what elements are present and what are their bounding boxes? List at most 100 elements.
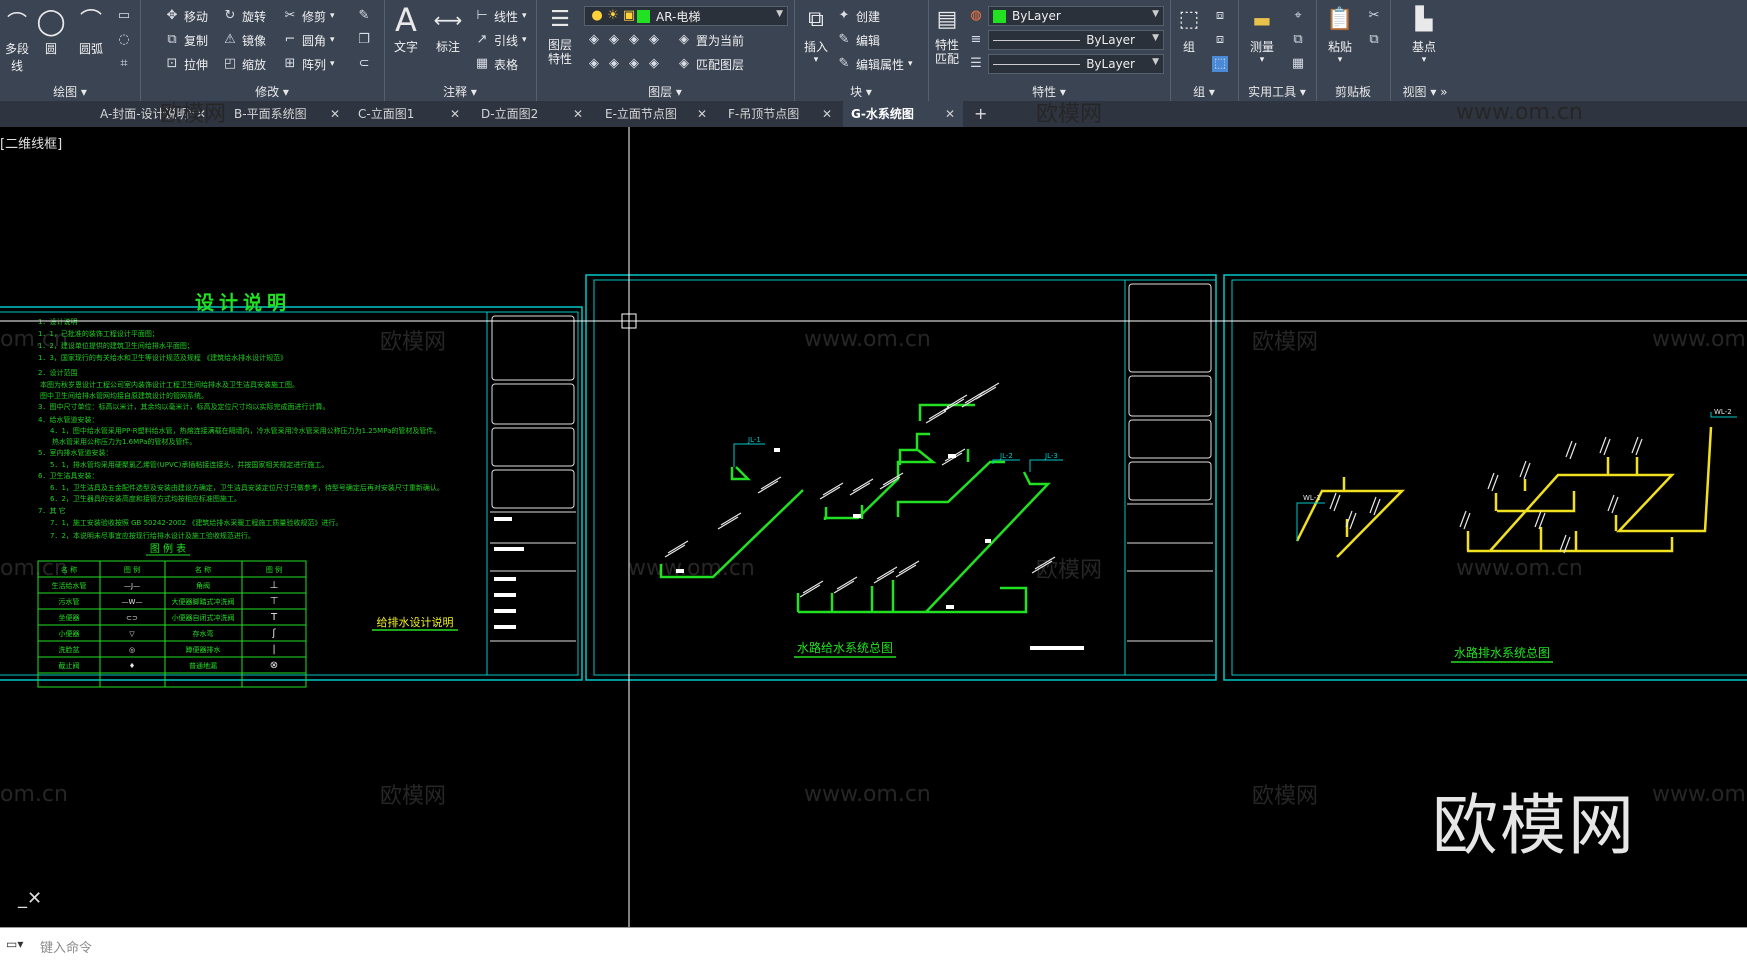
supply-pipe-run [659, 489, 804, 579]
mirror-icon: ⚠ [224, 32, 236, 47]
close-icon[interactable]: ✕ [330, 101, 340, 127]
insert-button[interactable]: ⧉ 插入 ▾ [798, 4, 834, 65]
command-line[interactable]: ▭▾ 键入命令 [0, 927, 1747, 962]
move-button[interactable]: ✥ 移动 [164, 6, 208, 26]
close-icon[interactable]: ✕ [945, 101, 955, 127]
copy-clip-button[interactable]: ⧉ [1366, 30, 1382, 50]
set-current-button[interactable]: ◈ 置为当前 [676, 30, 744, 50]
design-notes-text: 1．设计说明 1．1，已批准的装饰工程设计平面图； 1．2，建设单位提供的建筑卫… [38, 317, 444, 540]
scale-button[interactable]: ◰ 缩放 [222, 54, 266, 74]
close-icon[interactable]: ✕ [450, 101, 460, 127]
hatch-tool[interactable]: ◌ [116, 30, 132, 50]
edit-block-button[interactable]: ✎ 编辑 [836, 30, 880, 50]
array-button[interactable]: ⊞ 阵列 ▾ [282, 54, 335, 74]
new-tab-plus-icon[interactable]: + [974, 101, 987, 127]
group-select-button[interactable]: ⬚ [1212, 54, 1228, 74]
cut-button[interactable]: ✂ [1366, 6, 1382, 26]
trim-button[interactable]: ✂ 修剪 ▾ [282, 6, 335, 26]
text-button[interactable]: A 文字 [388, 4, 424, 55]
legend-cell: ♦ [129, 662, 135, 670]
tab-g-water-system[interactable]: G-水系统图 ✕ [843, 101, 963, 127]
layer-lock-icon: ◈ [649, 32, 659, 47]
lineweight-icon: ☰ [970, 56, 982, 71]
command-input[interactable]: 键入命令 [40, 937, 92, 956]
edit-attributes-button[interactable]: ✎ 编辑属性 ▾ [836, 54, 913, 74]
tab-d-elevation2[interactable]: D-立面图2 ✕ [473, 101, 591, 127]
match-properties-button[interactable]: ▤ 特性 匹配 [930, 4, 964, 66]
sheet-drainage: WL-1 WL-2 水路排水系统总图 [1223, 274, 1747, 681]
lineweight-dropdown[interactable]: ByLayer ▼ [988, 54, 1164, 74]
layer-dropdown[interactable]: ● ☀ ▣ AR-电梯 ▼ [584, 6, 788, 26]
watermark: www.om.cn [1456, 100, 1583, 125]
note-line: 4．1，图中给水管采用PP-R塑料给水管，热熔连接满载在隔墙内，冷水管采用冷水管… [50, 426, 440, 435]
calculator-icon: ▦ [1291, 56, 1305, 71]
base-point-button[interactable]: ▙ 基点 ▾ [1404, 4, 1444, 65]
match-layer-button[interactable]: ◈ 匹配图层 [676, 54, 744, 74]
calculator-button[interactable]: ▦ [1290, 54, 1306, 74]
linetype-icon: ≡ [970, 32, 982, 47]
leader-button[interactable]: ↗ 引线 ▾ [474, 30, 527, 50]
tab-b-plan[interactable]: B-平面系统图 ✕ [226, 101, 348, 127]
group-edit-button[interactable]: ⧈ [1212, 30, 1228, 50]
group-button[interactable]: ⬚ 组 [1172, 4, 1206, 55]
arc-button[interactable]: ⌒ 圆弧 [74, 6, 108, 57]
note-line: 5．1，排水管均采用硬聚氯乙烯管(UPVC)承插粘接连接头，并按国家相关规定进行… [50, 460, 328, 469]
sheet2-titleblock-box [1128, 283, 1212, 373]
fixture-tag [1487, 472, 1499, 492]
supply-pipe-run [896, 460, 1005, 517]
stretch-button[interactable]: ⊡ 拉伸 [164, 54, 208, 74]
command-prompt-icon[interactable]: ▭▾ [6, 937, 23, 951]
table-button[interactable]: ▦ 表格 [474, 54, 518, 74]
color-dropdown[interactable]: ByLayer ▼ [988, 6, 1164, 26]
rectangle-tool[interactable]: ▭ [116, 6, 132, 26]
dimension-button[interactable]: ⟷ 标注 [430, 4, 466, 55]
layer-tools-row1[interactable]: ◈ ◈ ◈ ◈ [586, 30, 662, 50]
riser-label: JL-1 [747, 436, 761, 444]
layers-panel-title[interactable]: 图层 ▾ [536, 83, 794, 101]
explode-button[interactable]: ❐ [356, 30, 372, 50]
close-command-icon[interactable]: _✕ [18, 888, 42, 909]
color-swatch [993, 9, 1006, 23]
paste-button[interactable]: 📋 粘贴 ▾ [1320, 4, 1360, 65]
offset-button[interactable]: ⊂ [356, 54, 372, 74]
ungroup-button[interactable]: ⧈ [1212, 6, 1228, 26]
close-icon[interactable]: ✕ [573, 101, 583, 127]
offset-icon: ⊂ [358, 56, 370, 71]
boundary-tool[interactable]: ⌗ [116, 54, 132, 74]
clipboard-panel: 📋 粘贴 ▾ ✂ ⧉ 剪贴板 [1316, 0, 1391, 101]
block-panel-title[interactable]: 块 ▾ [794, 83, 928, 101]
sheet2-titleblock-box [1128, 461, 1212, 501]
circle-button[interactable]: ◯ 圆 [34, 6, 68, 57]
measure-button[interactable]: ▬ 测量 ▾ [1242, 4, 1282, 65]
mirror-button[interactable]: ⚠ 镜像 [222, 30, 266, 50]
close-icon[interactable]: ✕ [697, 101, 707, 127]
tab-f-ceiling-detail[interactable]: F-吊顶节点图 ✕ [720, 101, 840, 127]
layer-tools-row2[interactable]: ◈ ◈ ◈ ◈ [586, 54, 662, 74]
polyline-button[interactable]: ⌒ 多段线 [0, 6, 34, 74]
annotation-panel-title[interactable]: 注释 ▾ [384, 83, 536, 101]
quick-select-button[interactable]: ⧉ [1290, 30, 1306, 50]
create-block-button[interactable]: ✦ 创建 [836, 6, 880, 26]
erase-button[interactable]: ✎ [356, 6, 372, 26]
linear-dim-button[interactable]: ⊢ 线性 ▾ [474, 6, 526, 26]
layer-properties-button[interactable]: ☰ 图层 特性 [540, 4, 580, 66]
group-panel-title[interactable]: 组 ▾ [1170, 83, 1238, 101]
note-line: 7．其 它 [38, 506, 66, 515]
linetype-dropdown[interactable]: ByLayer ▼ [988, 30, 1164, 50]
legend-cell: ▽ [129, 630, 135, 638]
id-point-button[interactable]: ⌖ [1290, 6, 1306, 26]
copy-button[interactable]: ⧉ 复制 [164, 30, 208, 50]
tab-c-elevation1[interactable]: C-立面图1 ✕ [350, 101, 468, 127]
view-panel-title[interactable]: 视图 ▾ » [1390, 83, 1460, 101]
draw-panel-title[interactable]: 绘图 ▾ [0, 83, 140, 101]
properties-panel: ▤ 特性 匹配 ◍ ByLayer ▼ ≡ ByLayer ▼ ☰ ByLaye… [928, 0, 1171, 101]
fixture-tag [1534, 510, 1546, 530]
rotate-button[interactable]: ↻ 旋转 [222, 6, 266, 26]
utilities-panel-title[interactable]: 实用工具 ▾ [1238, 83, 1316, 101]
fillet-button[interactable]: ⌐ 圆角 ▾ [282, 30, 335, 50]
color-wheel-icon[interactable]: ◍ [968, 8, 984, 24]
note-line: 图中卫生间给排水管网均接自原建筑设计的管网系统。 [40, 391, 208, 400]
legend-cell: T [270, 612, 278, 623]
close-icon[interactable]: ✕ [822, 101, 832, 127]
tab-e-elevation-detail[interactable]: E-立面节点图 ✕ [597, 101, 715, 127]
